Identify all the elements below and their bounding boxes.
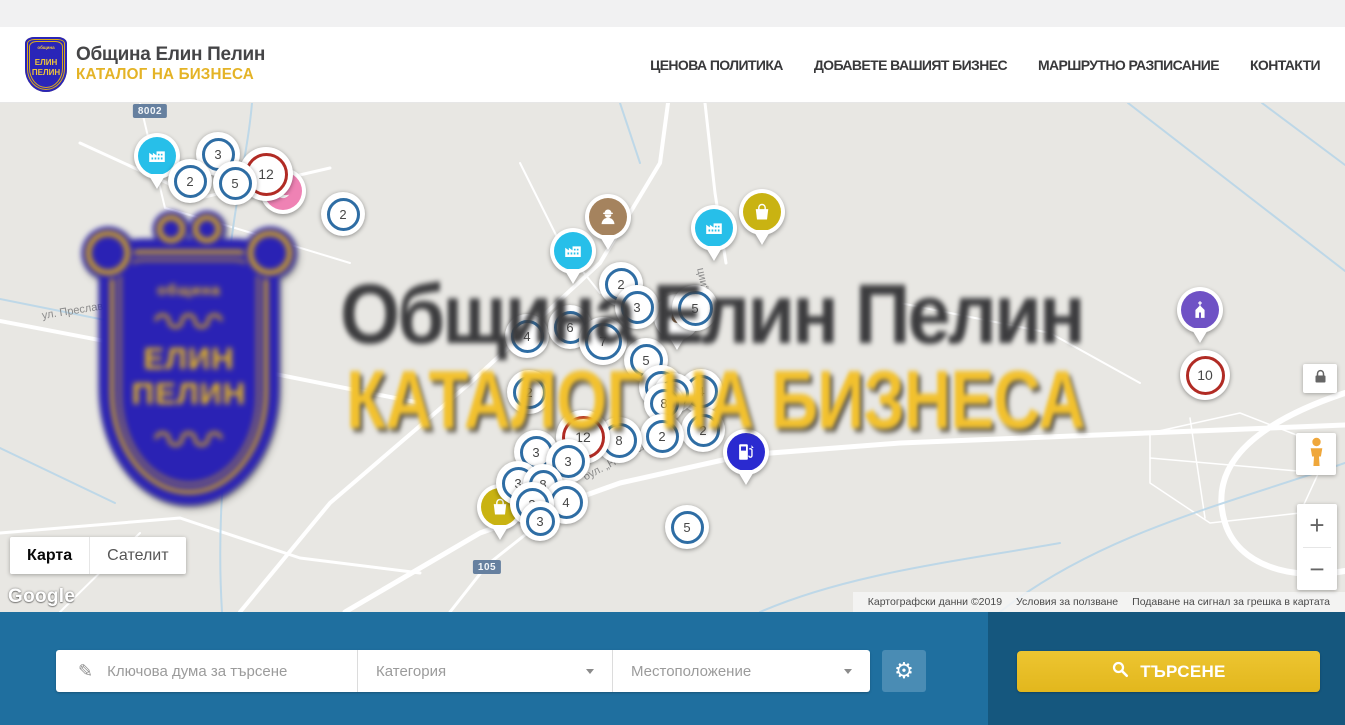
map-cluster-marker[interactable]: 5 [672, 285, 718, 331]
cluster-count: 4 [523, 329, 530, 344]
cluster-count: 10 [1197, 367, 1213, 383]
cluster-count: 7 [599, 334, 606, 349]
lock-icon [1314, 369, 1327, 389]
emblem-name-line1: ЕЛИН [25, 59, 67, 67]
keyword-field-wrap: ✎ [56, 650, 357, 692]
cluster-count: 2 [699, 423, 706, 438]
brand[interactable]: община ЕЛИН ПЕЛИН Община Елин Пелин КАТА… [25, 37, 265, 92]
nav-item-contacts[interactable]: КОНТАКТИ [1250, 57, 1320, 73]
map-cluster-marker[interactable]: 4 [505, 314, 549, 358]
map-type-map-button[interactable]: Карта [10, 537, 89, 574]
church-icon [1181, 291, 1219, 329]
shopping-bag-icon [743, 193, 781, 231]
attribution-report-link[interactable]: Подаване на сигнал за грешка в картата [1125, 596, 1337, 608]
search-button[interactable]: ТЪРСЕНЕ [1017, 651, 1320, 692]
cluster-count: 5 [683, 520, 690, 535]
cluster-count: 5 [231, 176, 238, 191]
cluster-count: 3 [633, 300, 640, 315]
map-cluster-marker[interactable]: 3 [615, 285, 659, 329]
zoom-in-button[interactable]: + [1297, 504, 1337, 547]
fuel-pump-icon [727, 433, 765, 471]
municipality-emblem-logo: община ЕЛИН ПЕЛИН [25, 37, 67, 92]
cluster-count: 3 [564, 454, 571, 469]
main-nav: ЦЕНОВА ПОЛИТИКА ДОБАВЕТЕ ВАШИЯТ БИЗНЕС М… [650, 57, 1320, 73]
site-subtitle: КАТАЛОГ НА БИЗНЕСА [76, 66, 256, 84]
header: община ЕЛИН ПЕЛИН Община Елин Пелин КАТА… [0, 27, 1345, 103]
map-cluster-marker[interactable]: 2 [640, 414, 684, 458]
cluster-count: 2 [186, 174, 193, 189]
map-cluster-marker[interactable]: 5 [665, 505, 709, 549]
map-markers-layer: 123252235465722478228123338433510 [0, 103, 1345, 612]
brand-text: Община Елин Пелин КАТАЛОГ НА БИЗНЕСА [76, 44, 265, 84]
pencil-icon: ✎ [78, 661, 93, 682]
map-pin-marker[interactable] [723, 429, 769, 491]
worker-icon [589, 198, 627, 236]
cluster-count: 2 [658, 429, 665, 444]
category-select[interactable]: Категория [357, 650, 612, 692]
map-pin-marker[interactable] [585, 194, 631, 256]
map-cluster-marker[interactable]: 10 [1180, 350, 1230, 400]
map-cluster-marker[interactable]: 2 [681, 408, 725, 452]
attribution-terms-link[interactable]: Условия за ползване [1009, 596, 1125, 608]
site-title: Община Елин Пелин [76, 44, 265, 66]
map-pin-marker[interactable] [691, 205, 737, 267]
nav-item-pricing[interactable]: ЦЕНОВА ПОЛИТИКА [650, 57, 783, 73]
map-cluster-marker[interactable]: 2 [321, 192, 365, 236]
cluster-count: 3 [214, 147, 221, 162]
cluster-count: 5 [642, 353, 649, 368]
factory-icon [695, 209, 733, 247]
map-cluster-marker[interactable]: 7 [579, 317, 627, 365]
nav-item-add-business[interactable]: ДОБАВЕТЕ ВАШИЯТ БИЗНЕС [814, 57, 1007, 73]
street-view-pegman-button[interactable] [1296, 433, 1336, 475]
map-lock-button[interactable] [1303, 364, 1337, 393]
cluster-count: 4 [562, 495, 569, 510]
search-button-label: ТЪРСЕНЕ [1140, 662, 1225, 682]
gear-icon: ⚙ [894, 659, 914, 684]
cluster-count: 6 [566, 320, 573, 335]
attribution-copyright: Картографски данни ©2019 [861, 596, 1009, 608]
location-select[interactable]: Местоположение [612, 650, 870, 692]
map-pin-marker[interactable] [1177, 287, 1223, 349]
keyword-input[interactable] [105, 662, 339, 681]
zoom-out-button[interactable]: − [1297, 548, 1337, 591]
search-controls: ✎ Категория Местоположение [56, 650, 870, 692]
chevron-down-icon [586, 669, 594, 674]
map-cluster-marker[interactable]: 2 [507, 370, 551, 414]
map-pin-marker[interactable] [739, 189, 785, 251]
cluster-count: 8 [660, 396, 667, 411]
search-icon [1111, 660, 1129, 683]
cluster-count: 5 [691, 301, 698, 316]
google-map[interactable]: ул. Преславбул. „Новоселции“8002105 1232… [0, 103, 1345, 612]
map-type-control: Карта Сателит [10, 537, 186, 574]
google-logo[interactable]: Google [8, 586, 75, 608]
map-attribution: Картографски данни ©2019 Условия за полз… [853, 592, 1345, 612]
cluster-count: 3 [536, 514, 543, 529]
page-top-strip [0, 0, 1345, 27]
nav-item-timetable[interactable]: МАРШРУТНО РАЗПИСАНИЕ [1038, 57, 1219, 73]
emblem-name-line2: ПЕЛИН [25, 69, 67, 77]
zoom-control: + − [1297, 504, 1337, 590]
cluster-count: 8 [615, 433, 622, 448]
cluster-count: 4 [697, 384, 704, 399]
map-cluster-marker[interactable]: 5 [213, 161, 257, 205]
category-select-value: Категория [376, 663, 446, 680]
cluster-count: 12 [258, 166, 274, 182]
location-select-value: Местоположение [631, 663, 751, 680]
cluster-count: 3 [532, 445, 539, 460]
emblem-top-text: община [25, 46, 67, 51]
advanced-settings-button[interactable]: ⚙ [882, 650, 926, 692]
pegman-icon [1308, 437, 1325, 472]
cluster-count: 2 [339, 207, 346, 222]
map-type-satellite-button[interactable]: Сателит [89, 537, 185, 574]
map-cluster-marker[interactable]: 3 [520, 501, 560, 541]
map-cluster-marker[interactable]: 2 [168, 159, 212, 203]
search-bar: ✎ Категория Местоположение ⚙ ТЪРСЕНЕ [0, 612, 1345, 725]
cluster-count: 2 [525, 385, 532, 400]
chevron-down-icon [844, 669, 852, 674]
